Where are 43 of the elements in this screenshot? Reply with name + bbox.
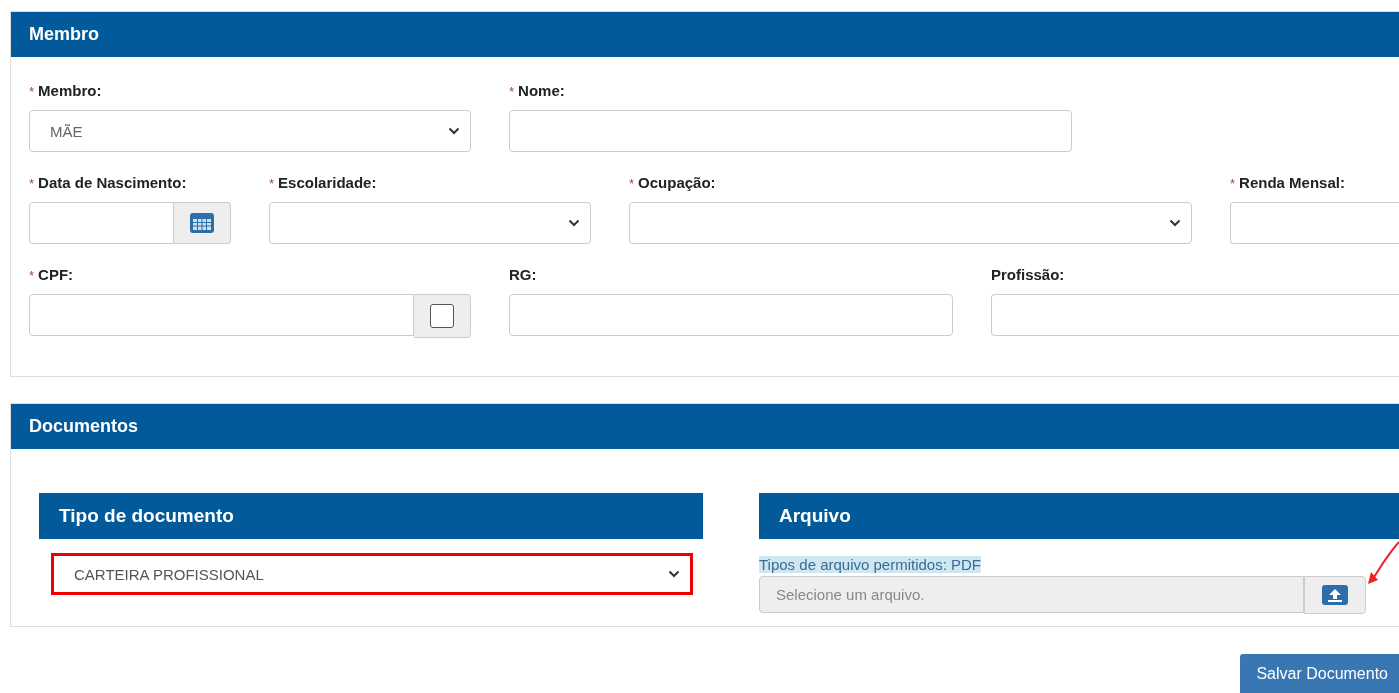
required-asterisk: * — [269, 176, 275, 191]
file-types-hint: Tipos de arquivo permitidos: PDF — [759, 556, 982, 573]
required-asterisk: * — [629, 176, 635, 191]
save-document-button[interactable]: Salvar Documento — [1240, 654, 1399, 693]
panel-header: Arquivo — [759, 493, 1399, 539]
field-label: Data de Nascimento: — [38, 174, 187, 191]
input-field[interactable] — [991, 294, 1399, 336]
required-asterisk: * — [1230, 176, 1236, 191]
required-asterisk: * — [29, 176, 35, 191]
input-field[interactable] — [509, 294, 953, 336]
field-label: Escolaridade: — [278, 174, 377, 191]
panel-header: Tipo de documento — [39, 493, 703, 539]
field-label: Profissão: — [991, 266, 1065, 283]
panel-header: Documentos — [11, 404, 1399, 449]
panel-header: Membro — [11, 12, 1399, 57]
select-field[interactable]: CARTEIRA PROFISSIONAL — [51, 553, 693, 595]
calendar-button[interactable] — [174, 202, 231, 244]
required-asterisk: * — [29, 268, 35, 283]
annotation-arrow — [1366, 540, 1399, 586]
field-label: CPF: — [38, 266, 74, 283]
select-field[interactable] — [269, 202, 591, 244]
upload-icon — [1322, 585, 1348, 605]
chevron-down-icon — [568, 219, 580, 227]
required-asterisk: * — [29, 84, 35, 99]
field-label: RG: — [509, 266, 537, 283]
field-label: Membro: — [38, 82, 102, 99]
input-field[interactable] — [1230, 202, 1399, 244]
file-field[interactable]: Selecione um arquivo. — [759, 576, 1304, 613]
field-label: Nome: — [518, 82, 565, 99]
input-field[interactable] — [29, 294, 414, 336]
chevron-down-icon — [448, 127, 460, 135]
select-field[interactable]: MÃE — [29, 110, 471, 152]
calendar-icon — [189, 212, 215, 234]
date-field[interactable] — [29, 202, 174, 244]
chevron-down-icon — [1169, 219, 1181, 227]
field-label: Renda Mensal: — [1239, 174, 1345, 191]
input-field[interactable] — [509, 110, 1072, 152]
field-label: Ocupação: — [638, 174, 716, 191]
checkbox[interactable] — [430, 304, 454, 328]
chevron-down-icon — [668, 570, 680, 578]
required-asterisk: * — [509, 84, 515, 99]
select-field[interactable] — [629, 202, 1192, 244]
upload-button[interactable] — [1304, 576, 1366, 614]
